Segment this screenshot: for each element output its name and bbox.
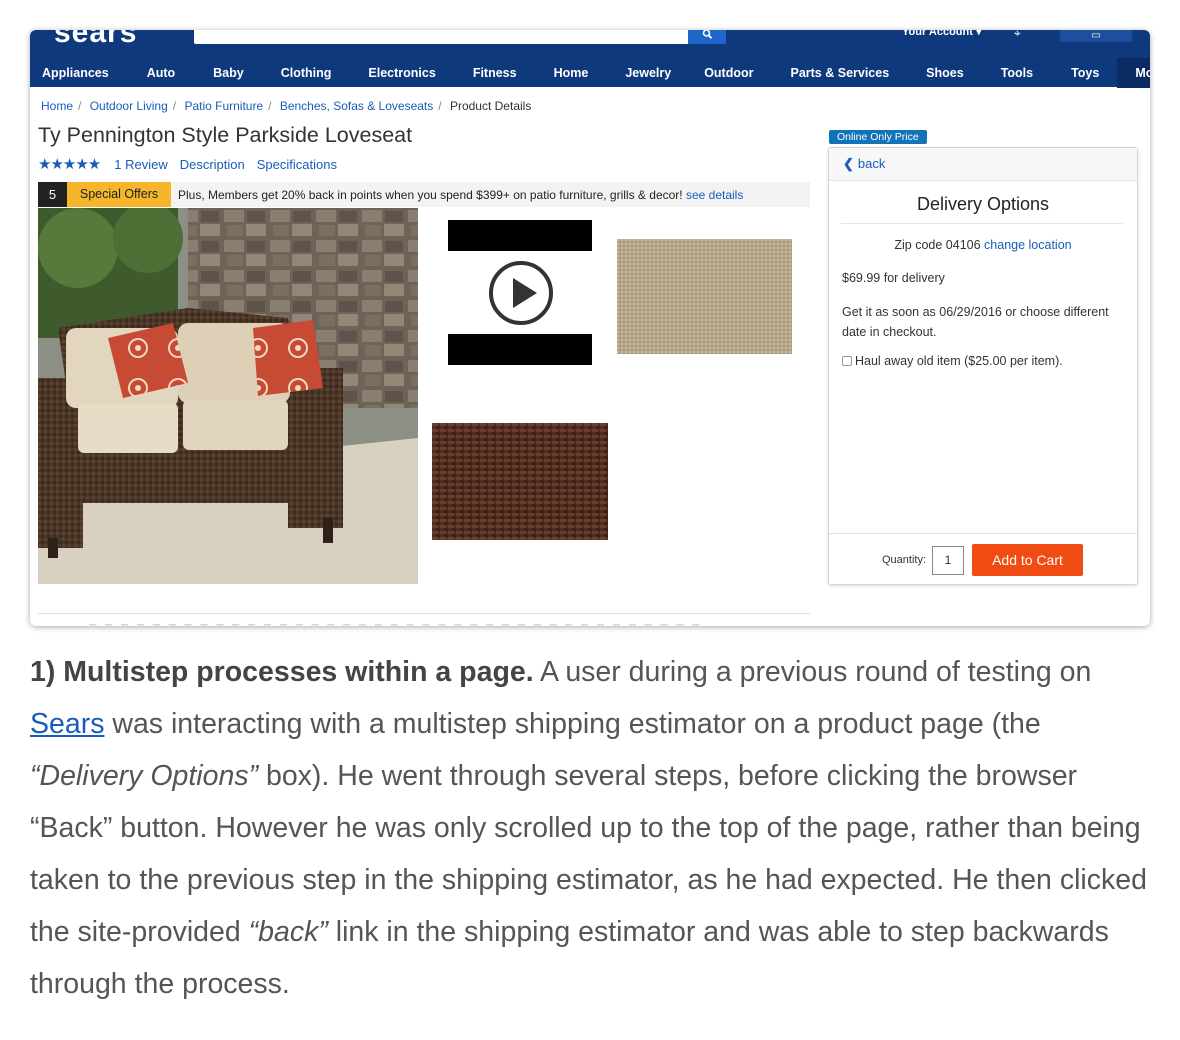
search-input[interactable] [194,30,690,44]
change-location-link[interactable]: change location [984,238,1072,252]
nav-item-shoes[interactable]: Shoes [926,58,964,88]
haul-away-label: Haul away old item ($25.00 per item). [855,354,1063,368]
online-only-price-badge: Online Only Price [829,130,927,144]
delivery-price: $69.99 for delivery [842,271,945,285]
content-divider [38,613,810,614]
offers-message: Plus, Members get 20% back in points whe… [178,188,743,202]
delivery-eta: Get it as soon as 06/29/2016 or choose d… [842,302,1132,342]
breadcrumb-home[interactable]: Home [41,99,73,113]
tan-fabric-swatch[interactable] [617,239,792,354]
delivery-options-title: Delivery Options [916,194,1050,214]
sears-logo[interactable]: sears [54,30,137,50]
back-link-label: back [857,156,886,171]
sears-screenshot: sears Your Account ▾ ⌖ ▭ Appliances Auto… [30,30,1150,626]
search-icon [702,30,712,39]
delivery-price-suffix: for delivery [883,271,945,285]
product-rating-row: ★★★★★ 1 Review Description Specifications [38,155,349,173]
special-offers-button[interactable]: Special Offers [67,182,171,207]
nav-item-jewelry[interactable]: Jewelry [625,58,671,88]
nav-item-tools[interactable]: Tools [1001,58,1033,88]
article-text-2: was interacting with a multistep shippin… [104,708,1041,740]
pin-icon[interactable]: ⌖ [1014,30,1021,41]
breadcrumb: Home / Outdoor Living / Patio Furniture / B… [41,99,532,113]
delivery-price-amount: $69.99 [842,271,881,285]
delivery-options-quote: “Delivery Options” [30,760,259,792]
product-title: Ty Pennington Style Parkside Loveseat [38,123,413,147]
product-video-thumb[interactable] [448,220,592,366]
special-offers-bar: 5 Special Offers Plus, Members get 20% b… [38,182,810,207]
breadcrumb-benches[interactable]: Benches, Sofas & Loveseats [280,99,433,113]
zip-code-row: Zip code 04106 change location [829,238,1137,252]
specifications-link[interactable]: Specifications [257,157,337,172]
nav-item-baby[interactable]: Baby [213,58,244,88]
offers-message-text: Plus, Members get 20% back in points whe… [178,188,683,202]
nav-item-outdoor[interactable]: Outdoor [704,58,753,88]
star-rating-icon: ★★★★★ [38,156,101,173]
nav-item-electronics[interactable]: Electronics [368,58,435,88]
see-details-link[interactable]: see details [686,188,743,202]
haul-away-checkbox[interactable] [842,356,852,366]
nav-item-parts-services[interactable]: Parts & Services [790,58,889,88]
brown-wicker-swatch[interactable] [432,423,608,540]
breadcrumb-outdoor-living[interactable]: Outdoor Living [90,99,168,113]
play-icon [489,261,553,325]
reviews-link[interactable]: 1 Review [114,157,167,172]
category-nav: Appliances Auto Baby Clothing Electronic… [30,58,1150,88]
eta-prefix: Get it as soon as [842,305,936,319]
cropped-row-fragment: ▁ ▂ ▃ ─ ─ ─ ─ ─ ─ ─ ─ ─ ─ ─ ─ ─ ─ ─ ─ ─ … [40,620,703,626]
video-bar-top [448,220,592,251]
article-paragraph: 1) Multistep processes within a page. A … [30,646,1160,1010]
breadcrumb-patio-furniture[interactable]: Patio Furniture [184,99,263,113]
breadcrumb-current: Product Details [449,99,532,113]
loveseat-image[interactable] [38,208,418,584]
quantity-input[interactable]: 1 [932,546,964,575]
chevron-left-icon: ❮ [843,156,854,171]
back-quote: “back” [248,916,328,948]
nav-item-home[interactable]: Home [554,58,589,88]
back-link[interactable]: ❮ back [843,156,885,172]
description-link[interactable]: Description [180,157,245,172]
article-lead: 1) Multistep processes within a page. [30,656,534,688]
site-header: sears Your Account ▾ ⌖ ▭ Appliances Auto… [30,30,1150,88]
delivery-options-panel: ❮ back Delivery Options Zip code 04106 ch… [828,147,1138,585]
nav-item-fitness[interactable]: Fitness [473,58,517,88]
cart-icon: ▭ [1091,30,1101,41]
eta-date: 06/29/2016 [939,305,1002,319]
cart-button[interactable]: ▭ [1060,30,1132,42]
sears-link[interactable]: Sears [30,708,104,740]
account-menu[interactable]: Your Account ▾ [902,30,981,38]
panel-header: ❮ back [829,148,1137,181]
add-to-cart-button[interactable]: Add to Cart [972,544,1083,576]
haul-away-option[interactable]: Haul away old item ($25.00 per item). [842,354,1063,368]
nav-item-clothing[interactable]: Clothing [281,58,332,88]
title-divider [841,223,1123,224]
quantity-label: Quantity: [882,554,927,566]
nav-item-toys[interactable]: Toys [1071,58,1099,88]
offers-count-badge[interactable]: 5 [38,182,67,207]
nav-item-appliances[interactable]: Appliances [42,58,109,88]
nav-item-more[interactable]: More... [1117,58,1150,88]
search-button[interactable] [688,30,726,44]
zip-code-text: Zip code 04106 [894,238,981,252]
article-text-1: A user during a previous round of testin… [533,656,1092,688]
nav-item-auto[interactable]: Auto [147,58,175,88]
footer-divider [829,533,1137,534]
video-bar-bottom [448,334,592,365]
